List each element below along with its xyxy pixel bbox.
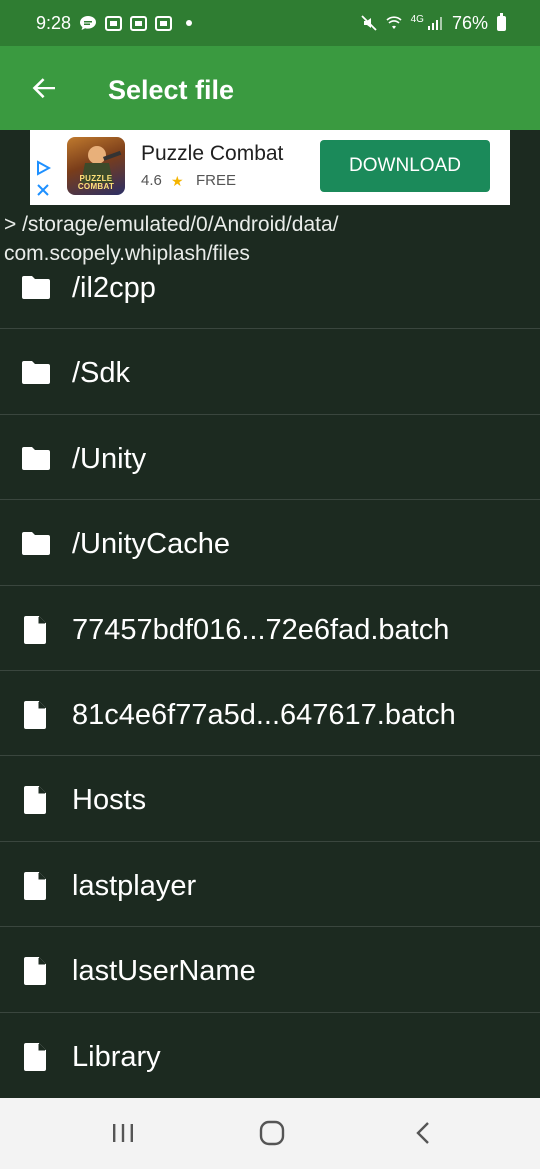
file-item[interactable]: lastUserName — [0, 927, 540, 1013]
app-bar: Select file — [0, 46, 540, 130]
file-item[interactable]: 81c4e6f77a5d...647617.batch — [0, 671, 540, 757]
file-name: 81c4e6f77a5d...647617.batch — [72, 698, 456, 731]
file-icon — [21, 786, 51, 815]
ad-price: FREE — [196, 172, 237, 189]
file-name: /Unity — [72, 442, 147, 475]
page-title: Select file — [108, 75, 235, 105]
file-name: /UnityCache — [72, 528, 230, 561]
folder-icon — [21, 530, 51, 558]
back-nav-button[interactable] — [402, 1113, 446, 1153]
ad-app-name: Puzzle Combat — [141, 142, 284, 165]
folder-item[interactable]: /UnityCache — [0, 500, 540, 586]
file-name: 77457bdf016...72e6fad.batch — [72, 613, 450, 646]
message-icon — [79, 14, 97, 32]
more-notifications-dot-icon — [186, 20, 193, 26]
status-right: 4G 76% — [360, 0, 506, 46]
mute-icon — [360, 15, 377, 31]
ad-close-icon[interactable] — [35, 182, 51, 198]
ad-app-logo[interactable]: PUZZLE COMBAT — [67, 137, 125, 195]
file-icon — [21, 957, 51, 986]
ad-rating: 4.6 — [141, 172, 162, 189]
ad-logo-text: PUZZLE COMBAT — [77, 174, 115, 191]
file-icon — [21, 615, 51, 644]
home-icon — [259, 1120, 285, 1146]
status-left: 9:28 — [36, 0, 193, 46]
app-notification-icon — [105, 15, 123, 31]
status-bar: 9:28 4G 76% — [0, 0, 540, 46]
file-name: /il2cpp — [72, 272, 156, 304]
file-list: /il2cpp/Sdk/Unity/UnityCache 77457bdf016.… — [0, 244, 540, 1098]
back-button[interactable] — [22, 66, 66, 110]
file-icon — [21, 1042, 51, 1071]
status-time: 9:28 — [36, 12, 72, 33]
file-icon — [21, 700, 51, 729]
file-item[interactable]: lastplayer — [0, 842, 540, 928]
file-icon — [21, 871, 51, 900]
app-notification-icon — [155, 15, 173, 31]
wifi-calling-icon — [386, 15, 402, 31]
folder-item[interactable]: /Sdk — [0, 329, 540, 415]
file-name: lastUserName — [72, 955, 256, 988]
download-button[interactable]: DOWNLOAD — [320, 140, 490, 192]
file-item[interactable]: 77457bdf016...72e6fad.batch — [0, 586, 540, 671]
arrow-back-icon — [32, 78, 55, 99]
battery-icon — [497, 12, 506, 31]
folder-icon — [21, 274, 51, 302]
star-icon: ★ — [171, 173, 184, 189]
network-type: 4G — [410, 13, 424, 25]
home-button[interactable] — [250, 1113, 294, 1153]
file-item[interactable]: Library — [0, 1013, 540, 1098]
app-notification-icon — [130, 15, 148, 31]
battery-percent: 76% — [451, 12, 488, 33]
recents-icon — [113, 1124, 133, 1142]
file-name: /Sdk — [72, 357, 131, 390]
file-name: Library — [72, 1040, 161, 1073]
file-name: Hosts — [72, 784, 147, 817]
file-name: lastplayer — [72, 869, 197, 902]
file-item[interactable]: Hosts — [0, 756, 540, 842]
recent-apps-button[interactable] — [101, 1113, 145, 1153]
ad-banner[interactable]: PUZZLE COMBAT Puzzle Combat 4.6 ★ FREE D… — [30, 130, 510, 205]
signal-icon — [427, 16, 443, 30]
folder-icon — [21, 359, 51, 387]
folder-icon — [21, 445, 51, 473]
ad-choices-icon[interactable] — [35, 160, 51, 176]
chevron-left-icon — [416, 1122, 429, 1144]
folder-item[interactable]: /Unity — [0, 415, 540, 501]
system-nav-bar — [0, 1098, 540, 1169]
folder-item[interactable]: /il2cpp — [0, 244, 540, 330]
